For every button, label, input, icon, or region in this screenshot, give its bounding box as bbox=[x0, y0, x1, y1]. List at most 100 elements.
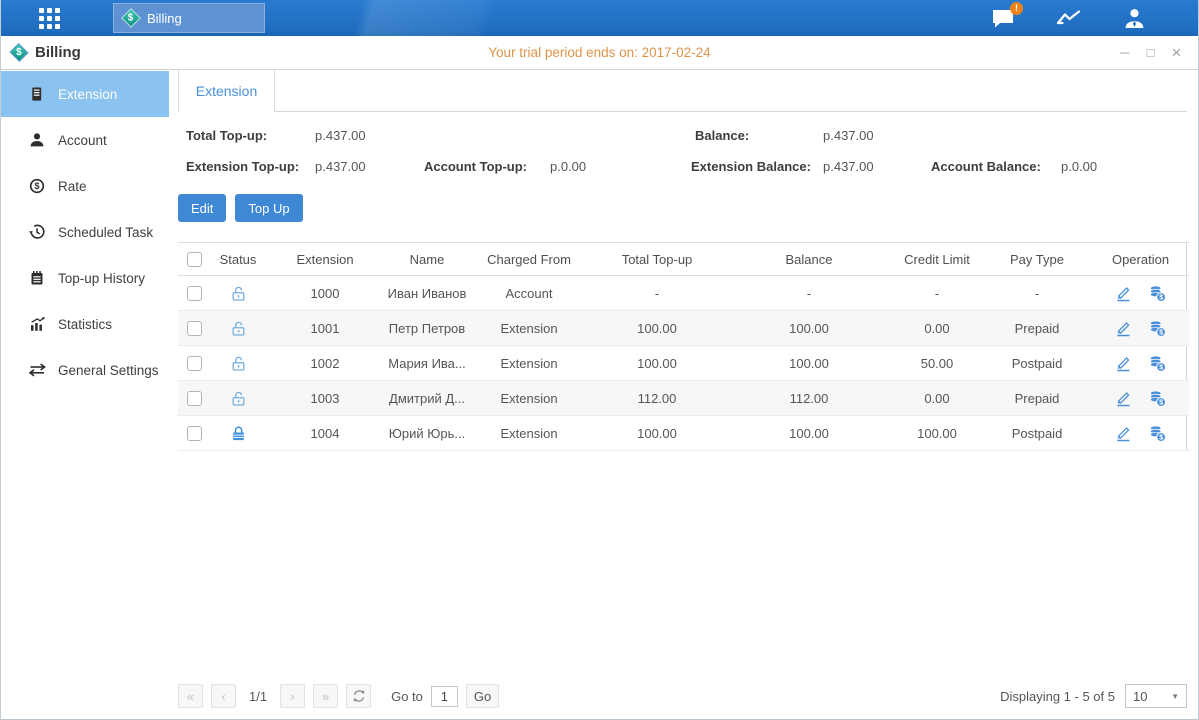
billing-app-icon: $ bbox=[121, 8, 141, 28]
edit-icon[interactable] bbox=[1115, 390, 1132, 407]
first-page-button[interactable]: « bbox=[178, 684, 203, 708]
cell-extension: 1002 bbox=[266, 346, 384, 381]
refresh-icon[interactable] bbox=[346, 684, 371, 708]
sidebar-item-general-settings[interactable]: General Settings bbox=[1, 347, 169, 393]
topup-icon[interactable]: $ bbox=[1149, 425, 1166, 442]
edit-icon[interactable] bbox=[1115, 320, 1132, 337]
table-row: 1000Иван ИвановAccount----$ bbox=[178, 276, 1189, 311]
cell-total-topup: 112.00 bbox=[588, 381, 726, 416]
table-row: 1003Дмитрий Д...Extension112.00112.000.0… bbox=[178, 381, 1189, 416]
row-checkbox[interactable] bbox=[187, 426, 202, 441]
cell-extension: 1000 bbox=[266, 276, 384, 311]
tab-extension[interactable]: Extension bbox=[178, 70, 275, 112]
goto-page-input[interactable] bbox=[431, 686, 458, 707]
sidebar-item-rate[interactable]: $Rate bbox=[1, 163, 169, 209]
scheduled-task-icon bbox=[29, 224, 47, 241]
cell-credit-limit: - bbox=[892, 276, 982, 311]
cell-charged-from: Extension bbox=[470, 346, 588, 381]
cell-balance: - bbox=[726, 276, 892, 311]
last-page-button[interactable]: » bbox=[313, 684, 338, 708]
cell-name: Петр Петров bbox=[384, 311, 470, 346]
page-indicator: 1/1 bbox=[249, 689, 267, 704]
topup-icon[interactable]: $ bbox=[1149, 285, 1166, 302]
svg-text:$: $ bbox=[1159, 294, 1163, 301]
statistics-icon bbox=[29, 316, 47, 333]
top-up-button[interactable]: Top Up bbox=[235, 194, 302, 222]
chat-icon[interactable]: ! bbox=[991, 8, 1015, 29]
close-icon[interactable]: × bbox=[1168, 44, 1185, 62]
table-row: 1004Юрий Юрь...Extension100.00100.00100.… bbox=[178, 416, 1189, 451]
total-topup-value: p.437.00 bbox=[315, 128, 366, 143]
edit-icon[interactable] bbox=[1115, 285, 1132, 302]
next-page-button[interactable]: › bbox=[280, 684, 305, 708]
edit-button[interactable]: Edit bbox=[178, 194, 226, 222]
topup-icon[interactable]: $ bbox=[1149, 355, 1166, 372]
table-header-row: StatusExtensionNameCharged FromTotal Top… bbox=[178, 243, 1189, 276]
edit-icon[interactable] bbox=[1115, 425, 1132, 442]
sidebar-item-label: Top-up History bbox=[58, 271, 145, 286]
lock-open-icon bbox=[230, 285, 247, 302]
cell-charged-from: Extension bbox=[470, 311, 588, 346]
svg-text:$: $ bbox=[34, 181, 39, 191]
sidebar: Extension Account$RateScheduled Task Top-u… bbox=[1, 70, 169, 719]
top-bar: $ Billing ! bbox=[1, 0, 1198, 36]
table-row: 1002Мария Ива...Extension100.00100.0050.… bbox=[178, 346, 1189, 381]
topup-icon[interactable]: $ bbox=[1149, 390, 1166, 407]
account-icon bbox=[29, 132, 47, 149]
edit-icon[interactable] bbox=[1115, 355, 1132, 372]
sidebar-item-extension[interactable]: Extension bbox=[1, 71, 169, 117]
cell-pay-type: Postpaid bbox=[982, 416, 1092, 451]
sidebar-item-label: Extension bbox=[58, 87, 117, 102]
title-bar: $ Billing Your trial period ends on: 201… bbox=[1, 36, 1198, 70]
table-row: 1001Петр ПетровExtension100.00100.000.00… bbox=[178, 311, 1189, 346]
goto-label: Go to bbox=[391, 689, 423, 704]
page-size-value: 10 bbox=[1133, 689, 1147, 704]
cell-name: Мария Ива... bbox=[384, 346, 470, 381]
sidebar-item-account[interactable]: Account bbox=[1, 117, 169, 163]
billing-window: $ Billing ! $ Billing Your trial period … bbox=[0, 0, 1199, 720]
page-size-select[interactable]: 10 ▼ bbox=[1125, 684, 1187, 708]
main-area: Extension Account$RateScheduled Task Top-u… bbox=[1, 70, 1198, 719]
column-header: Pay Type bbox=[982, 243, 1092, 276]
row-checkbox[interactable] bbox=[187, 321, 202, 336]
trial-period-message: Your trial period ends on: 2017-02-24 bbox=[1, 45, 1198, 60]
user-icon[interactable] bbox=[1123, 8, 1146, 29]
svg-text:$: $ bbox=[1159, 364, 1163, 371]
cell-total-topup: 100.00 bbox=[588, 311, 726, 346]
cell-name: Иван Иванов bbox=[384, 276, 470, 311]
cell-extension: 1003 bbox=[266, 381, 384, 416]
extension-table-body: 1000Иван ИвановAccount----$1001Петр Петр… bbox=[178, 276, 1189, 451]
summary: Total Top-up: p.437.00 Balance: p.437.00… bbox=[178, 120, 1187, 182]
topup-icon[interactable]: $ bbox=[1149, 320, 1166, 337]
select-all-checkbox[interactable] bbox=[187, 252, 202, 267]
column-header: Name bbox=[384, 243, 470, 276]
extension-table: StatusExtensionNameCharged FromTotal Top… bbox=[178, 242, 1187, 451]
displaying-text: Displaying 1 - 5 of 5 bbox=[1000, 689, 1115, 704]
taskbar-tab-label: Billing bbox=[147, 11, 182, 26]
cell-total-topup: 100.00 bbox=[588, 346, 726, 381]
cell-charged-from: Extension bbox=[470, 416, 588, 451]
svg-text:$: $ bbox=[1159, 399, 1163, 406]
go-button[interactable]: Go bbox=[466, 684, 499, 708]
app-grid-icon[interactable] bbox=[39, 8, 60, 29]
row-checkbox[interactable] bbox=[187, 286, 202, 301]
lock-open-icon bbox=[230, 355, 247, 372]
minimize-icon[interactable]: ─ bbox=[1116, 44, 1133, 62]
taskbar-tab-billing[interactable]: $ Billing bbox=[113, 3, 265, 33]
sidebar-item-top-up-history[interactable]: Top-up History bbox=[1, 255, 169, 301]
billing-window-icon: $ bbox=[9, 43, 28, 62]
account-balance-value: p.0.00 bbox=[1061, 159, 1097, 174]
lock-closed-icon bbox=[230, 425, 247, 442]
sidebar-item-scheduled-task[interactable]: Scheduled Task bbox=[1, 209, 169, 255]
prev-page-button[interactable]: ‹ bbox=[211, 684, 236, 708]
resource-monitor-icon[interactable] bbox=[1055, 8, 1083, 28]
row-checkbox[interactable] bbox=[187, 391, 202, 406]
maximize-icon[interactable]: □ bbox=[1142, 44, 1159, 62]
cell-credit-limit: 0.00 bbox=[892, 381, 982, 416]
cell-name: Дмитрий Д... bbox=[384, 381, 470, 416]
extension-topup-value: p.437.00 bbox=[315, 159, 366, 174]
svg-text:$: $ bbox=[1159, 434, 1163, 441]
sidebar-item-statistics[interactable]: Statistics bbox=[1, 301, 169, 347]
tab-extension-label: Extension bbox=[196, 83, 257, 99]
row-checkbox[interactable] bbox=[187, 356, 202, 371]
